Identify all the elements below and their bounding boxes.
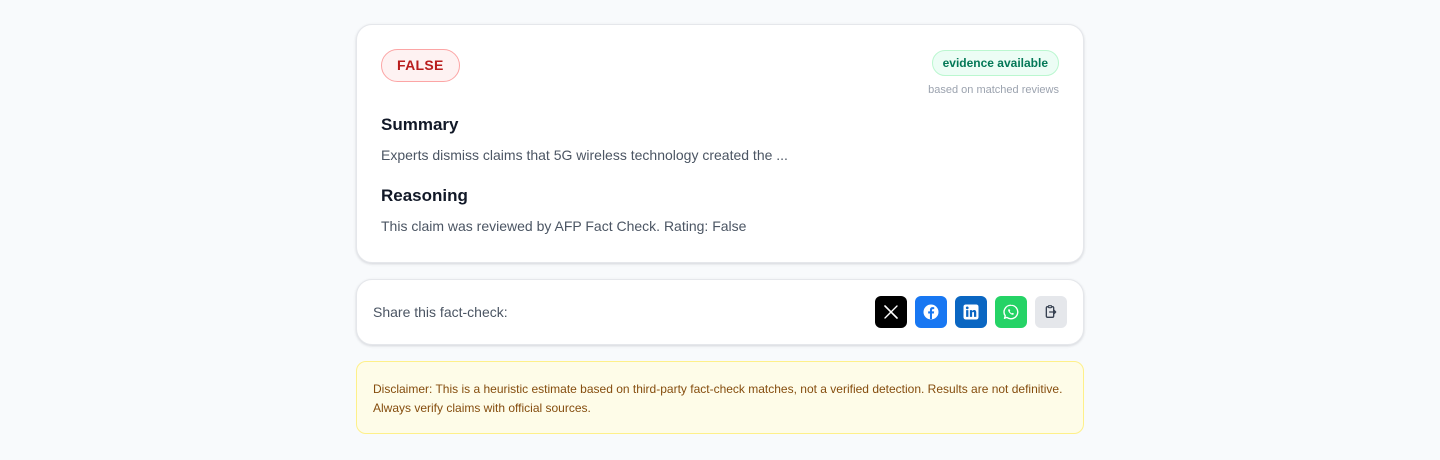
fact-check-result: FALSE evidence available based on matche…	[356, 24, 1084, 434]
disclaimer-box: Disclaimer: This is a heuristic estimate…	[356, 361, 1084, 434]
share-label: Share this fact-check:	[373, 304, 508, 320]
evidence-status: evidence available based on matched revi…	[928, 50, 1059, 96]
share-card: Share this fact-check:	[356, 279, 1084, 345]
share-x-button[interactable]	[875, 296, 907, 328]
share-facebook-button[interactable]	[915, 296, 947, 328]
verdict-badge: FALSE	[381, 49, 460, 82]
x-logo-icon	[884, 305, 898, 319]
copy-link-icon	[1045, 305, 1057, 318]
reasoning-heading: Reasoning	[381, 186, 468, 205]
share-whatsapp-button[interactable]	[995, 296, 1027, 328]
copy-link-button[interactable]	[1035, 296, 1067, 328]
share-buttons	[875, 296, 1067, 328]
reasoning-text: This claim was reviewed by AFP Fact Chec…	[381, 218, 747, 234]
evidence-badge: evidence available	[931, 50, 1059, 76]
facebook-icon	[923, 304, 939, 320]
result-card: FALSE evidence available based on matche…	[356, 24, 1084, 263]
summary-heading: Summary	[381, 115, 459, 134]
summary-text: Experts dismiss claims that 5G wireless …	[381, 147, 788, 163]
whatsapp-icon	[1003, 304, 1019, 320]
evidence-note: based on matched reviews	[928, 84, 1059, 96]
disclaimer-text: Disclaimer: This is a heuristic estimate…	[373, 382, 1063, 415]
linkedin-icon	[963, 304, 979, 320]
share-linkedin-button[interactable]	[955, 296, 987, 328]
